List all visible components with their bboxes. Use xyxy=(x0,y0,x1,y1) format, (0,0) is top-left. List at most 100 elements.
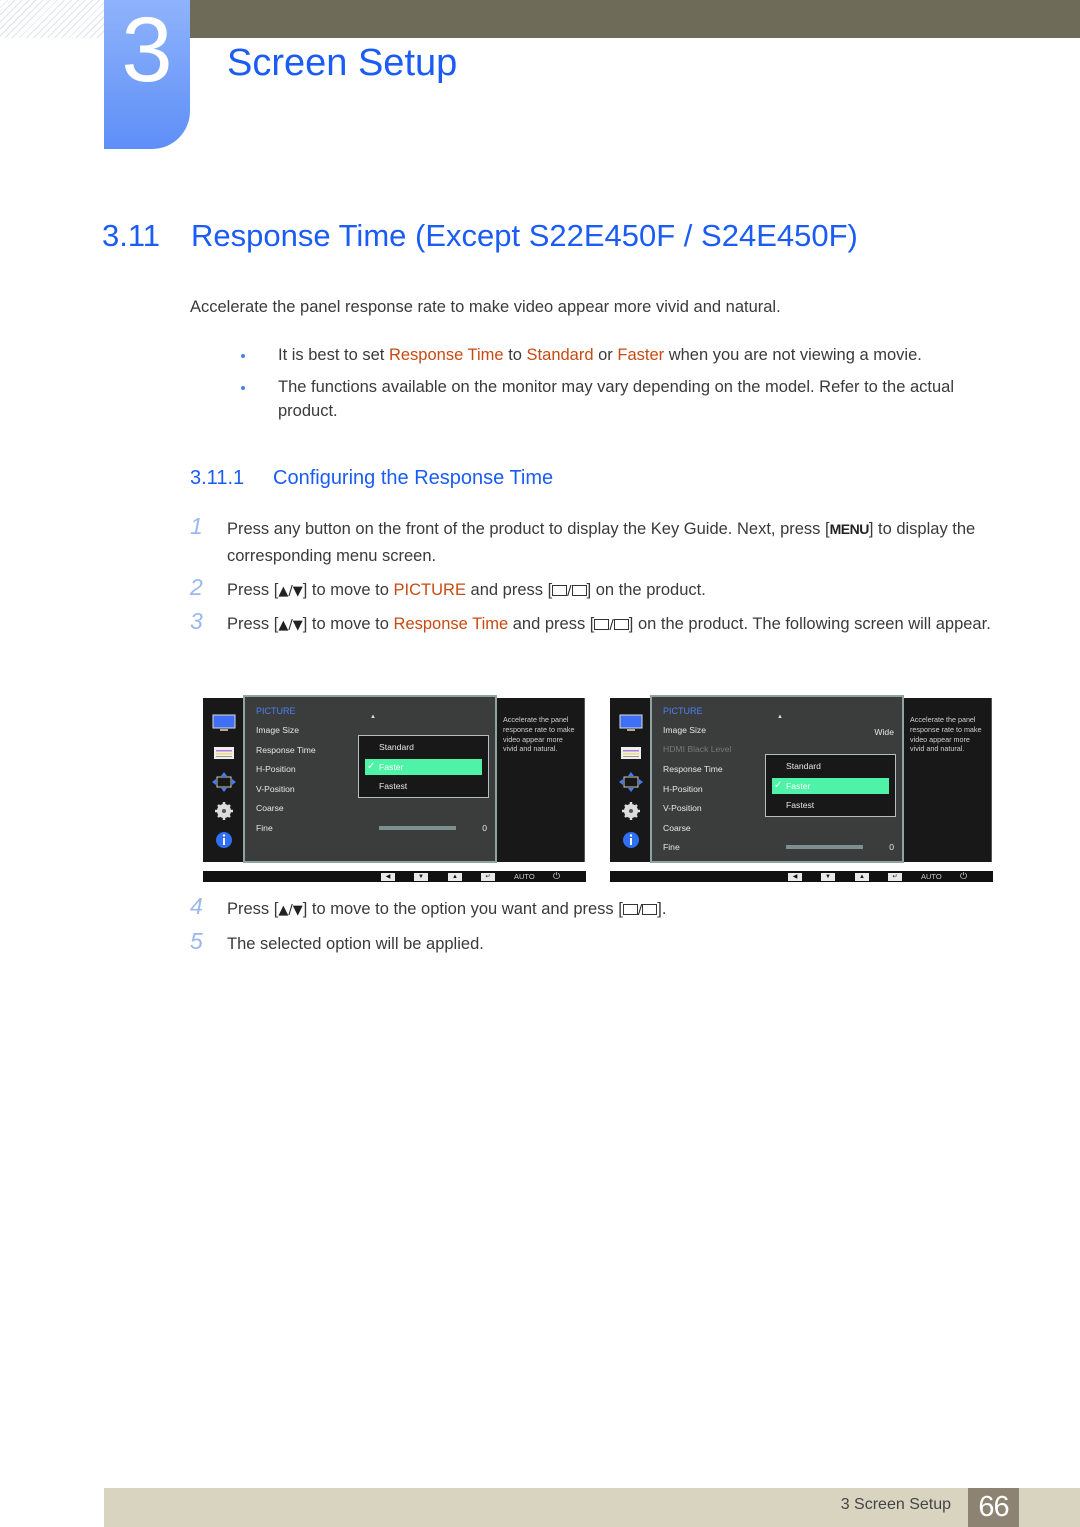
gear-icon xyxy=(215,802,233,820)
step-text-part: ] on the product. The following screen w… xyxy=(628,615,991,633)
fine-value: 0 xyxy=(889,842,894,852)
popup-option-faster[interactable]: ✓ Faster xyxy=(365,759,482,775)
checkmark-icon: ✓ xyxy=(774,780,783,791)
color-bars-icon xyxy=(621,747,641,759)
note-item: It is best to set Response Time to Stand… xyxy=(240,343,1000,367)
note-text: or xyxy=(593,346,618,364)
key-guide-bar: ◀ ▼ ▲ ↵ AUTO ⏻ xyxy=(610,871,993,882)
auto-key[interactable]: AUTO xyxy=(514,871,535,882)
osd-menu-title: PICTURE xyxy=(256,706,296,716)
info-icon xyxy=(216,832,232,848)
popup-option-fastest[interactable]: Fastest xyxy=(772,797,889,813)
step-text-part: Press [ xyxy=(227,900,279,918)
info-icon xyxy=(623,832,639,848)
osd-menu-item[interactable]: Response Time xyxy=(256,745,316,755)
enter-key-icon[interactable]: ↵ xyxy=(888,873,902,881)
step-number: 1 xyxy=(190,513,203,539)
auto-key[interactable]: AUTO xyxy=(921,871,942,882)
osd-menu-item[interactable]: Response Time xyxy=(663,764,723,774)
fine-slider[interactable] xyxy=(786,845,863,849)
source-key-icon xyxy=(594,619,610,630)
step-text: Press [▲/▼] to move to PICTURE and press… xyxy=(227,581,706,599)
step-text: The selected option will be applied. xyxy=(227,935,484,953)
osd-menu-item[interactable]: Image Size xyxy=(256,725,299,735)
checkmark-icon: ✓ xyxy=(367,761,376,772)
fine-slider[interactable] xyxy=(379,826,456,830)
power-icon[interactable]: ⏻ xyxy=(553,870,560,882)
popup-option-faster[interactable]: ✓ Faster xyxy=(772,778,889,794)
step-text-part: ] to move to xyxy=(302,581,394,599)
section-heading: 3.11 Response Time (Except S22E450F / S24… xyxy=(102,218,858,254)
osd-menu-item[interactable]: Coarse xyxy=(256,803,284,813)
osd-menu-item[interactable]: Coarse xyxy=(663,823,691,833)
osd-description: Accelerate the panel response rate to ma… xyxy=(503,715,575,754)
osd-menu-item[interactable]: Fine xyxy=(256,823,273,833)
popup-option-standard[interactable]: Standard xyxy=(365,739,482,755)
left-key-icon[interactable]: ◀ xyxy=(788,873,802,881)
up-down-arrow-icon: ▲/▼ xyxy=(278,618,303,633)
section-title: Response Time (Except S22E450F / S24E450… xyxy=(191,218,858,253)
chapter-title: Screen Setup xyxy=(227,42,458,84)
osd-menu-item[interactable]: Image Size xyxy=(663,725,706,735)
osd-description-panel: Accelerate the panel response rate to ma… xyxy=(497,698,585,862)
popup-option-fastest[interactable]: Fastest xyxy=(365,778,482,794)
up-key-icon[interactable]: ▲ xyxy=(448,873,462,881)
footer-chapter-label: 3 Screen Setup xyxy=(840,1496,951,1513)
response-time-popup: Standard ✓ Faster Fastest xyxy=(358,735,489,798)
header-bar xyxy=(190,0,1080,38)
down-key-icon[interactable]: ▼ xyxy=(414,873,428,881)
power-icon[interactable]: ⏻ xyxy=(960,870,967,882)
image-size-value: Wide xyxy=(874,727,894,737)
step-text-part: ] to move to the option you want and pre… xyxy=(302,900,623,918)
header-hatch-decoration xyxy=(0,0,106,38)
note-text: It is best to set xyxy=(278,346,389,364)
enter-key-icon xyxy=(642,904,658,915)
step-text: Press [▲/▼] to move to the option you wa… xyxy=(227,900,667,918)
gear-icon xyxy=(622,802,640,820)
osd-description-panel: Accelerate the panel response rate to ma… xyxy=(904,698,992,862)
osd-menu-item[interactable]: V-Position xyxy=(663,803,702,813)
page-number: 66 xyxy=(968,1488,1019,1527)
up-down-arrow-icon: ▲/▼ xyxy=(278,584,303,599)
down-key-icon[interactable]: ▼ xyxy=(821,873,835,881)
osd-menu-item[interactable]: H-Position xyxy=(663,784,703,794)
osd-screen-2: PICTURE ▲ Image Size Wide HDMI Black Lev… xyxy=(610,695,993,883)
subsection-heading: 3.11.1 Configuring the Response Time xyxy=(190,467,553,490)
section-number: 3.11 xyxy=(102,218,161,253)
step-text: Press any button on the front of the pro… xyxy=(227,516,1010,570)
key-guide-bar: ◀ ▼ ▲ ↵ AUTO ⏻ xyxy=(203,871,586,882)
up-key-icon[interactable]: ▲ xyxy=(855,873,869,881)
osd-icon-column xyxy=(610,698,652,862)
option-label: Standard xyxy=(379,742,414,752)
step-text-part: ] to move to xyxy=(302,615,394,633)
osd-menu-title: PICTURE xyxy=(663,706,703,716)
step-1: 1 Press any button on the front of the p… xyxy=(190,513,1010,570)
enter-key-icon[interactable]: ↵ xyxy=(481,873,495,881)
option-label: Standard xyxy=(786,761,821,771)
step-5: 5 The selected option will be applied. xyxy=(190,928,1010,958)
step-number: 2 xyxy=(190,574,203,600)
step-text-part: and press [ xyxy=(465,581,553,599)
position-arrows-icon xyxy=(619,772,643,792)
osd-menu-item[interactable]: H-Position xyxy=(256,764,296,774)
osd-menu-panel: PICTURE ▲ Image Size Response Time H-Pos… xyxy=(243,695,497,863)
step-highlight: PICTURE xyxy=(393,581,466,599)
popup-option-standard[interactable]: Standard xyxy=(772,758,889,774)
step-text-part: Press any button on the front of the pro… xyxy=(227,520,830,538)
option-label: Faster xyxy=(786,781,811,791)
osd-menu-item[interactable]: V-Position xyxy=(256,784,295,794)
note-highlight: Faster xyxy=(617,346,665,364)
subsection-number: 3.11.1 xyxy=(190,467,245,489)
option-label: Faster xyxy=(379,762,404,772)
step-number: 4 xyxy=(190,893,203,919)
up-down-arrow-icon: ▲/▼ xyxy=(278,903,303,918)
left-key-icon[interactable]: ◀ xyxy=(381,873,395,881)
osd-icon-column xyxy=(203,698,245,862)
scroll-up-icon: ▲ xyxy=(370,714,376,720)
step-number: 5 xyxy=(190,928,203,954)
osd-menu-item[interactable]: Fine xyxy=(663,842,680,852)
color-bars-icon xyxy=(214,747,234,759)
step-text: Press [▲/▼] to move to Response Time and… xyxy=(227,615,991,633)
fine-value: 0 xyxy=(482,823,487,833)
scroll-up-icon: ▲ xyxy=(777,714,783,720)
